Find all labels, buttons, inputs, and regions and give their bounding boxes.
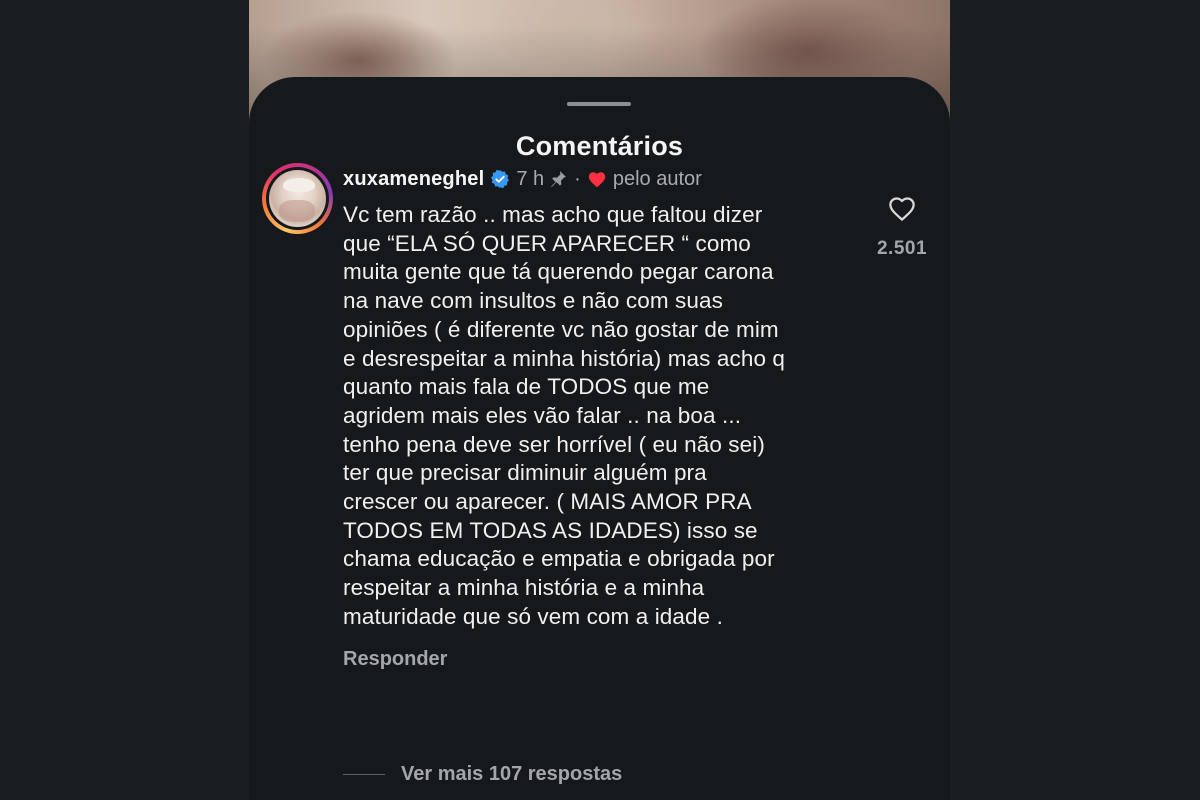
comment-timestamp: 7 h xyxy=(516,167,545,190)
sheet-title: Comentários xyxy=(515,131,684,161)
comment-meta: xuxameneghel 7 h · pelo autor xyxy=(343,165,863,193)
comment-item: xuxameneghel 7 h · pelo autor Vc tem raz… xyxy=(343,165,863,671)
heart-filled-icon xyxy=(588,172,606,188)
comment-username[interactable]: xuxameneghel xyxy=(343,168,484,191)
liked-by-author-label: pelo autor xyxy=(612,167,702,190)
like-count: 2.501 xyxy=(876,238,928,259)
pin-icon xyxy=(551,171,567,187)
reply-button[interactable]: Responder xyxy=(343,648,863,671)
view-more-replies-button[interactable]: Ver mais 107 respostas xyxy=(343,762,622,786)
replies-divider-line xyxy=(343,773,385,775)
view-more-replies-label: Ver mais 107 respostas xyxy=(401,762,623,785)
comment-text: Vc tem razão .. mas acho que faltou dize… xyxy=(343,202,786,629)
sheet-grabber-handle[interactable] xyxy=(567,102,631,106)
phone-screen: Comentários xuxameneghel 7 h · pelo auto… xyxy=(249,0,950,800)
avatar-story-ring[interactable] xyxy=(262,163,333,234)
avatar xyxy=(269,170,326,227)
heart-outline-icon[interactable] xyxy=(887,194,917,222)
verified-badge-icon xyxy=(491,169,510,189)
meta-separator: · xyxy=(574,167,581,190)
like-column: 2.501 xyxy=(866,194,938,260)
